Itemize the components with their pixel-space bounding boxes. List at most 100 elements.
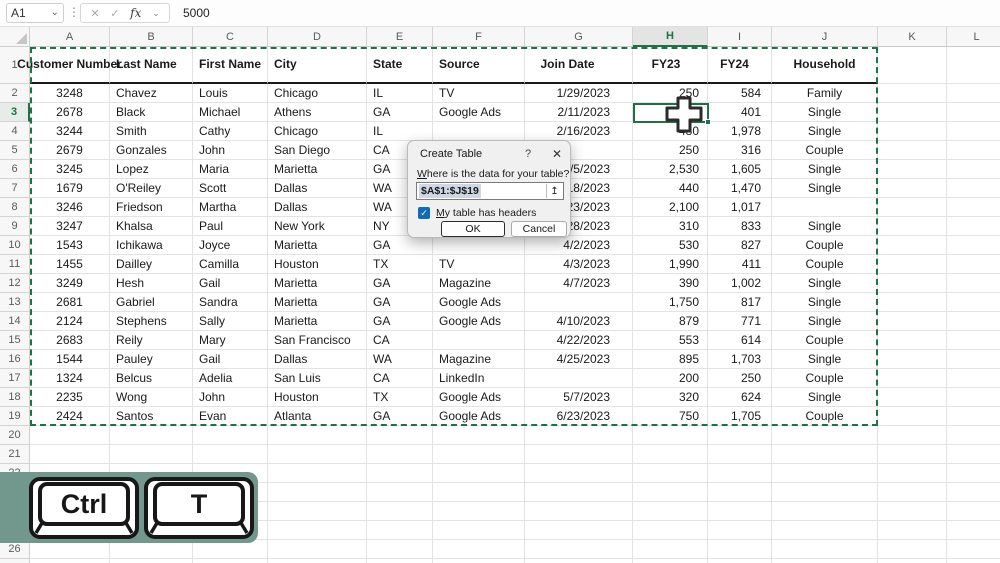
cell[interactable]: 5,000 [633, 103, 708, 122]
row-header-27[interactable]: 27 [0, 559, 30, 563]
cell[interactable] [708, 502, 772, 521]
cell[interactable] [433, 540, 525, 559]
cell[interactable] [878, 293, 947, 312]
cell[interactable]: 440 [633, 179, 708, 198]
cell[interactable]: 316 [708, 141, 772, 160]
cell[interactable]: Single [772, 350, 878, 369]
row-header-3[interactable]: 3 [0, 103, 30, 122]
cell[interactable]: 3245 [30, 160, 110, 179]
cell[interactable]: Hesh [110, 274, 193, 293]
cell[interactable]: Pauley [110, 350, 193, 369]
row-header-5[interactable]: 5 [0, 141, 30, 160]
row-header-13[interactable]: 13 [0, 293, 30, 312]
cell[interactable]: 553 [633, 331, 708, 350]
cell[interactable]: 5/7/2023 [525, 388, 633, 407]
cell[interactable]: 480 [633, 122, 708, 141]
cell[interactable]: Ichikawa [110, 236, 193, 255]
cell[interactable] [878, 388, 947, 407]
cell[interactable] [30, 445, 110, 464]
cell[interactable]: 1,017 [708, 198, 772, 217]
cell[interactable]: 2/11/2023 [525, 103, 633, 122]
insert-function-icon[interactable]: fx [130, 6, 141, 20]
cell[interactable] [947, 407, 1000, 426]
cell[interactable]: Marietta [268, 274, 367, 293]
cell[interactable] [193, 445, 268, 464]
cell[interactable]: John [193, 141, 268, 160]
row-header-12[interactable]: 12 [0, 274, 30, 293]
cell[interactable]: Khalsa [110, 217, 193, 236]
cell[interactable] [433, 236, 525, 255]
cell[interactable] [268, 445, 367, 464]
cell[interactable]: 1679 [30, 179, 110, 198]
col-header-K[interactable]: K [878, 27, 947, 47]
col-header-I[interactable]: I [708, 27, 772, 47]
cell[interactable]: Scott [193, 179, 268, 198]
cell[interactable] [878, 198, 947, 217]
cell[interactable]: State [367, 47, 433, 84]
cell[interactable]: Single [772, 274, 878, 293]
cell[interactable]: GA [367, 312, 433, 331]
cell[interactable]: 411 [708, 255, 772, 274]
cell[interactable]: 2,100 [633, 198, 708, 217]
cell[interactable]: 2,530 [633, 160, 708, 179]
cell[interactable] [947, 160, 1000, 179]
cell[interactable]: LinkedIn [433, 369, 525, 388]
cell[interactable]: 1,990 [633, 255, 708, 274]
row-header-11[interactable]: 11 [0, 255, 30, 274]
row-header-21[interactable]: 21 [0, 445, 30, 464]
cell[interactable]: Marietta [268, 236, 367, 255]
cell[interactable]: Couple [772, 369, 878, 388]
cell[interactable]: 2681 [30, 293, 110, 312]
ok-button[interactable]: OK [441, 221, 505, 237]
cell[interactable] [708, 521, 772, 540]
cell[interactable] [878, 369, 947, 388]
cell[interactable] [525, 540, 633, 559]
cell[interactable] [947, 103, 1000, 122]
cell[interactable]: Chicago [268, 122, 367, 141]
cell[interactable]: CA [367, 369, 433, 388]
cell[interactable]: 1,750 [633, 293, 708, 312]
cell[interactable]: Google Ads [433, 312, 525, 331]
cell[interactable] [525, 483, 633, 502]
cell[interactable]: Maria [193, 160, 268, 179]
cell[interactable]: Dallas [268, 350, 367, 369]
cell[interactable]: TV [433, 255, 525, 274]
cell[interactable] [30, 559, 110, 563]
col-header-L[interactable]: L [947, 27, 1000, 47]
cell[interactable]: San Luis [268, 369, 367, 388]
cell[interactable] [878, 103, 947, 122]
cell[interactable]: 6/23/2023 [525, 407, 633, 426]
cell[interactable]: Dailley [110, 255, 193, 274]
cell[interactable] [772, 559, 878, 563]
cell[interactable] [878, 217, 947, 236]
cell[interactable]: 4/25/2023 [525, 350, 633, 369]
cell[interactable] [947, 179, 1000, 198]
cell[interactable]: Dallas [268, 179, 367, 198]
cell[interactable] [525, 559, 633, 563]
cell[interactable]: 1544 [30, 350, 110, 369]
cell[interactable]: Cathy [193, 122, 268, 141]
cell[interactable]: GA [367, 274, 433, 293]
cell[interactable] [268, 540, 367, 559]
cell[interactable]: Single [772, 388, 878, 407]
row-header-10[interactable]: 10 [0, 236, 30, 255]
cell[interactable]: TX [367, 255, 433, 274]
cell[interactable] [193, 559, 268, 563]
cell[interactable]: Sandra [193, 293, 268, 312]
cell[interactable]: Paul [193, 217, 268, 236]
cell[interactable]: Marietta [268, 312, 367, 331]
cell[interactable] [708, 483, 772, 502]
row-header-8[interactable]: 8 [0, 198, 30, 217]
cell[interactable]: 750 [633, 407, 708, 426]
row-header-20[interactable]: 20 [0, 426, 30, 445]
cell[interactable]: San Diego [268, 141, 367, 160]
cell[interactable] [947, 84, 1000, 103]
help-icon[interactable]: ? [525, 148, 531, 160]
cell[interactable] [878, 141, 947, 160]
cell[interactable]: Martha [193, 198, 268, 217]
cell[interactable]: 1,002 [708, 274, 772, 293]
col-header-C[interactable]: C [193, 27, 268, 47]
cell[interactable]: Gonzales [110, 141, 193, 160]
cell[interactable]: 2683 [30, 331, 110, 350]
cell[interactable]: First Name [193, 47, 268, 84]
